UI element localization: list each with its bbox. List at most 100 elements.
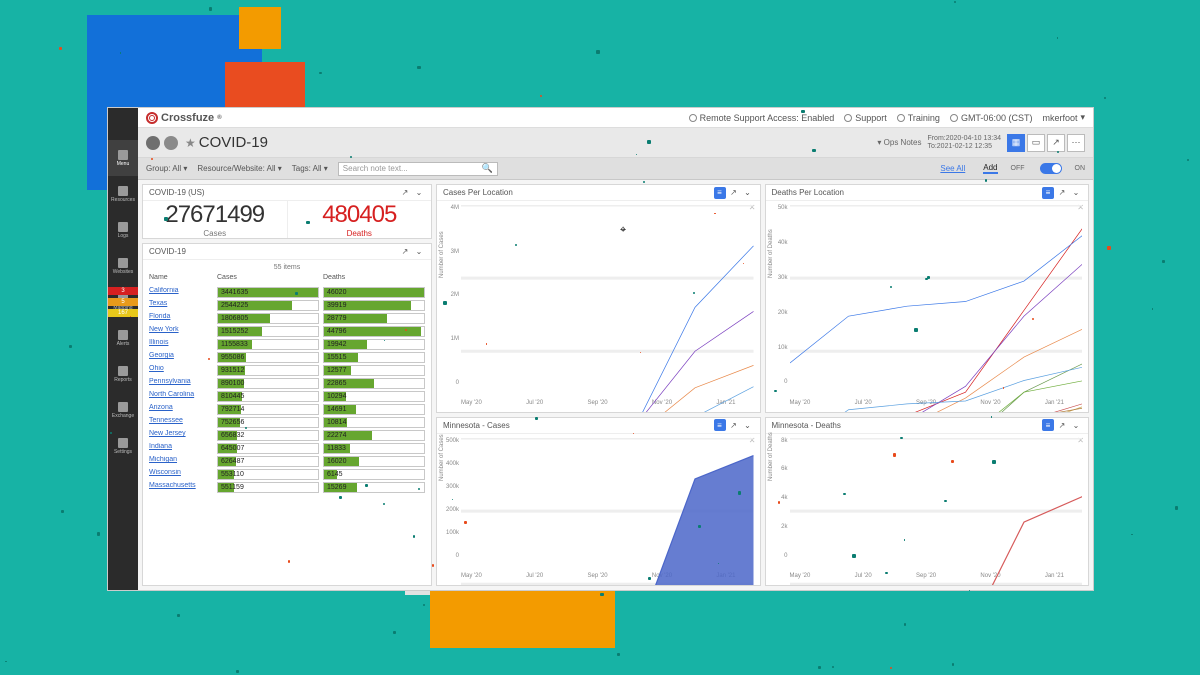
training-link[interactable]: Training — [897, 113, 940, 123]
nav-item-alerts[interactable]: Alerts35167 — [108, 320, 138, 356]
info-icon — [689, 114, 697, 122]
nav-item-websites[interactable]: Websites — [108, 248, 138, 284]
table-row[interactable]: Georgia95508615515 — [149, 351, 425, 364]
search-icon: 🔍 — [482, 163, 493, 174]
chevron-down-icon[interactable]: ⌄ — [1070, 187, 1082, 199]
state-link[interactable]: New York — [149, 326, 213, 337]
state-link[interactable]: Wisconsin — [149, 469, 213, 480]
favorite-star-icon[interactable]: ★ — [185, 136, 196, 150]
alert-badge: 5 — [108, 298, 138, 306]
state-link[interactable]: Arizona — [149, 404, 213, 415]
col-name[interactable]: Name — [149, 274, 213, 285]
filter-tags[interactable]: Tags: All — [292, 164, 328, 173]
state-link[interactable]: New Jersey — [149, 430, 213, 441]
page-title: COVID-19 — [199, 134, 268, 151]
state-link[interactable]: Massachusetts — [149, 482, 213, 493]
table-row[interactable]: Tennessee75265610814 — [149, 416, 425, 429]
cases-cell: 656832 — [217, 430, 319, 441]
col-deaths[interactable]: Deaths — [323, 274, 425, 285]
legend-button[interactable]: ≡ — [714, 187, 726, 199]
cases-cell: 551159 — [217, 482, 319, 493]
chart-deaths-per-location: Deaths Per Location ≡ ↗ ⌄ ✕ Number of De… — [765, 184, 1090, 413]
state-link[interactable]: Illinois — [149, 339, 213, 350]
deaths-cell: 19942 — [323, 339, 425, 350]
logs-icon — [118, 222, 128, 232]
cases-cell: 1515252 — [217, 326, 319, 337]
expand-icon[interactable]: ↗ — [1056, 187, 1068, 199]
chevron-down-icon[interactable]: ⌄ — [413, 246, 425, 258]
col-cases[interactable]: Cases — [217, 274, 319, 285]
deaths-cell: 22274 — [323, 430, 425, 441]
view-button-2[interactable]: ↗ — [1047, 134, 1065, 152]
state-link[interactable]: Texas — [149, 300, 213, 311]
calendar-button[interactable]: ▦ — [1007, 134, 1025, 152]
state-link[interactable]: Tennessee — [149, 417, 213, 428]
legend-button[interactable]: ≡ — [714, 419, 726, 431]
ops-notes-dropdown[interactable]: Ops Notes — [877, 138, 921, 147]
expand-icon[interactable]: ↗ — [728, 187, 740, 199]
table-row[interactable]: Arizona79271414691 — [149, 403, 425, 416]
table-row[interactable]: Wisconsin5531106145 — [149, 468, 425, 481]
table-row[interactable]: Texas254422539919 — [149, 299, 425, 312]
state-link[interactable]: California — [149, 287, 213, 298]
nav-item-menu[interactable]: Menu — [108, 140, 138, 176]
support-link[interactable]: Support — [844, 113, 887, 123]
state-link[interactable]: Georgia — [149, 352, 213, 363]
brand-logo[interactable]: Crossfuze® — [146, 112, 222, 124]
table-row[interactable]: Florida180680528779 — [149, 312, 425, 325]
deaths-cell: 28779 — [323, 313, 425, 324]
nav-item-settings[interactable]: Settings — [108, 428, 138, 464]
nav-item-reports[interactable]: Reports — [108, 356, 138, 392]
see-all-link[interactable]: See All — [940, 164, 965, 173]
view-button-more[interactable]: ⋯ — [1067, 134, 1085, 152]
table-row[interactable]: New York151525244796 — [149, 325, 425, 338]
timezone-display[interactable]: GMT-06:00 (CST) — [950, 113, 1033, 123]
filter-group[interactable]: Group: All — [146, 164, 187, 173]
state-link[interactable]: North Carolina — [149, 391, 213, 402]
state-link[interactable]: Michigan — [149, 456, 213, 467]
filter-resource[interactable]: Resource/Website: All — [197, 164, 281, 173]
cases-cell: 1155833 — [217, 339, 319, 350]
resources-icon — [118, 186, 128, 196]
chevron-down-icon[interactable]: ⌄ — [413, 187, 425, 199]
expand-icon[interactable]: ↗ — [399, 187, 411, 199]
cases-cell: 3441635 — [217, 287, 319, 298]
expand-icon[interactable]: ↗ — [399, 246, 411, 258]
cases-cell: 955086 — [217, 352, 319, 363]
table-row[interactable]: New Jersey 656832 22274 — [149, 429, 425, 442]
table-row[interactable]: California344163546020 — [149, 286, 425, 299]
state-link[interactable]: Indiana — [149, 443, 213, 454]
chevron-down-icon[interactable]: ⌄ — [742, 419, 754, 431]
chart-minnesota-deaths: Minnesota - Deaths ≡ ↗ ⌄ ✕ Number of Dea… — [765, 417, 1090, 587]
table-widget: COVID-19 ↗ ⌄ 55 items Name Cases Deaths … — [142, 243, 432, 586]
notes-toggle[interactable] — [1040, 163, 1062, 174]
state-link[interactable]: Ohio — [149, 365, 213, 376]
table-count: 55 items — [149, 262, 425, 273]
table-row[interactable]: North Carolina81044510294 — [149, 390, 425, 403]
table-row[interactable]: Michigan62648716020 — [149, 455, 425, 468]
remote-support-link[interactable]: Remote Support Access: Enabled — [689, 113, 835, 123]
table-row[interactable]: Ohio93151212577 — [149, 364, 425, 377]
nav-item-exchange[interactable]: Exchange — [108, 392, 138, 428]
state-link[interactable]: Pennsylvania — [149, 378, 213, 389]
expand-icon[interactable]: ↗ — [1056, 419, 1068, 431]
table-row[interactable]: Pennsylvania89010022865 — [149, 377, 425, 390]
add-link[interactable]: Add — [983, 163, 997, 174]
legend-button[interactable]: ≡ — [1042, 419, 1054, 431]
dashboard-icon[interactable] — [164, 136, 178, 150]
table-row[interactable]: Massachusetts55115915269 — [149, 481, 425, 494]
search-input[interactable]: Search note text... 🔍 — [338, 162, 498, 176]
home-icon[interactable] — [146, 136, 160, 150]
user-menu[interactable]: mkerfoot ▾ — [1042, 112, 1085, 123]
state-link[interactable]: Florida — [149, 313, 213, 324]
table-row[interactable]: Indiana64500711833 — [149, 442, 425, 455]
cases-cell: 752656 — [217, 417, 319, 428]
chevron-down-icon[interactable]: ⌄ — [742, 187, 754, 199]
view-button-1[interactable]: ▭ — [1027, 134, 1045, 152]
expand-icon[interactable]: ↗ — [728, 419, 740, 431]
alert-badge: 167 — [108, 309, 138, 317]
nav-item-logs[interactable]: Logs — [108, 212, 138, 248]
chevron-down-icon[interactable]: ⌄ — [1070, 419, 1082, 431]
legend-button[interactable]: ≡ — [1042, 187, 1054, 199]
nav-item-resources[interactable]: Resources — [108, 176, 138, 212]
